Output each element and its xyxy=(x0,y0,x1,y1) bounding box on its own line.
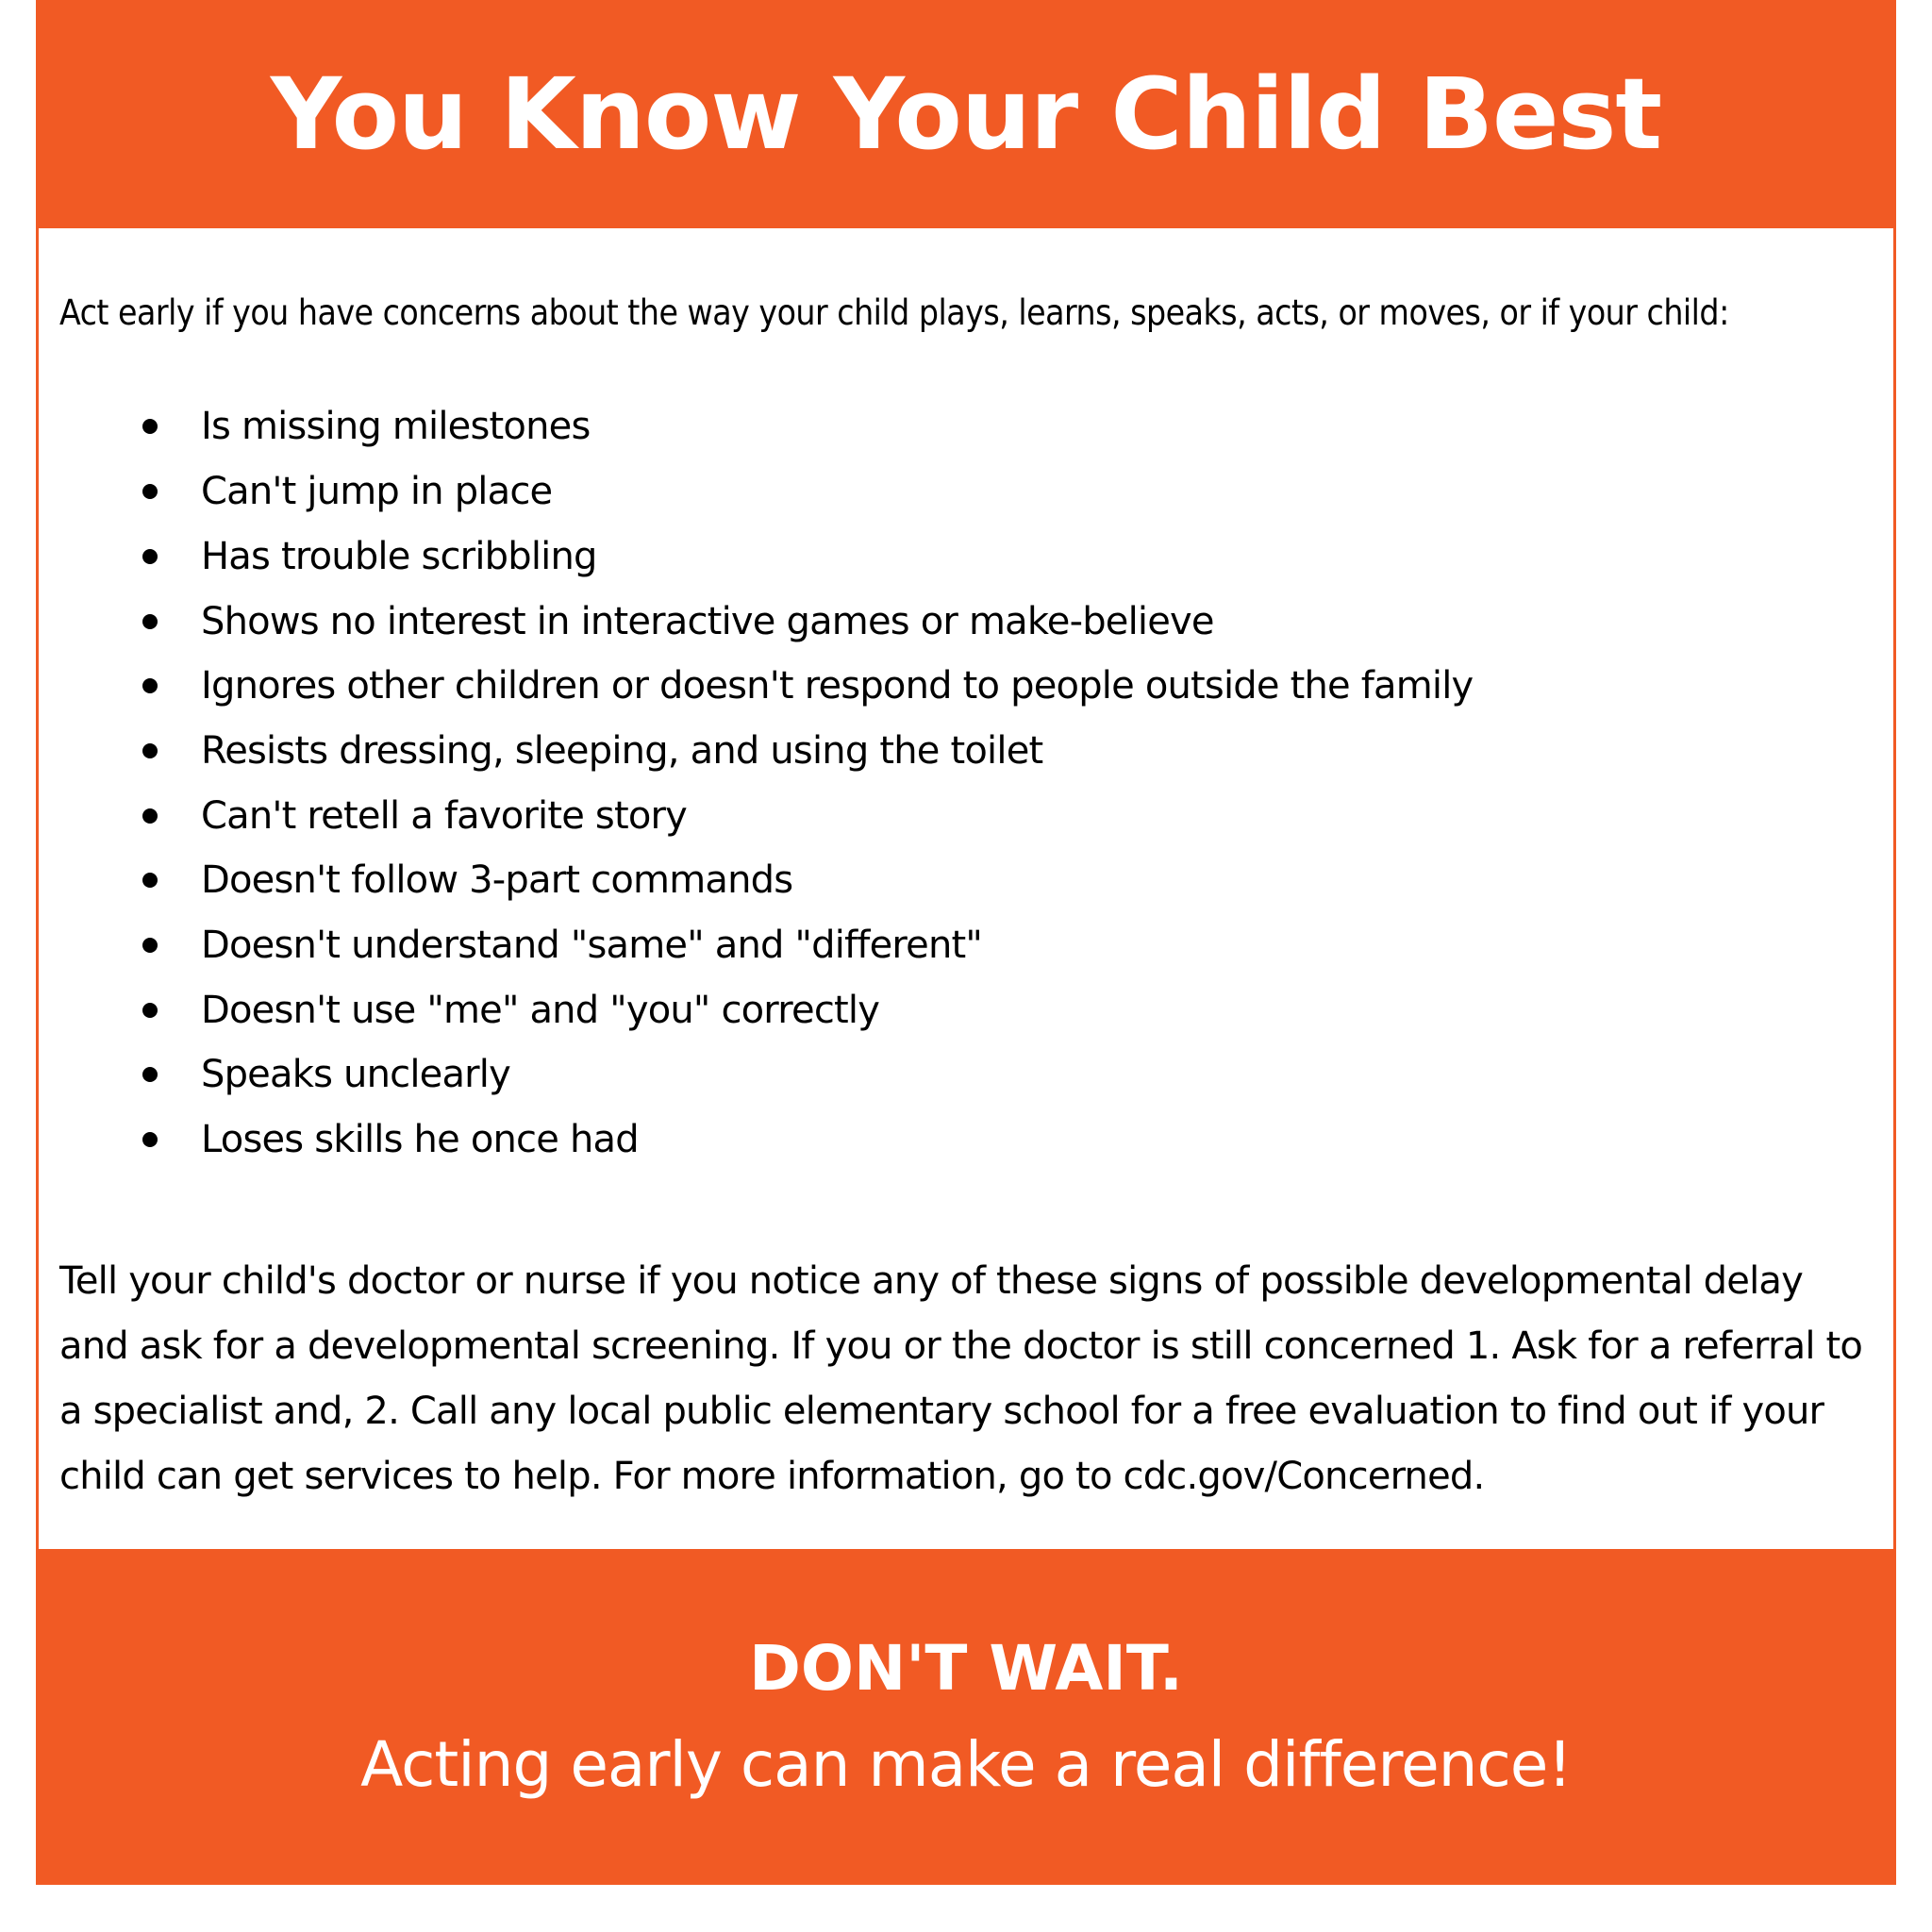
page-title: You Know Your Child Best xyxy=(270,57,1662,172)
list-item: Shows no interest in interactive games o… xyxy=(59,589,1873,654)
list-item: Can't retell a favorite story xyxy=(59,783,1873,848)
header-banner: You Know Your Child Best xyxy=(36,0,1896,228)
sign-text: Doesn't follow 3-part commands xyxy=(201,858,793,903)
bullet-icon xyxy=(142,1067,158,1083)
outro-text: Tell your child's doctor or nurse if you… xyxy=(59,1259,1863,1499)
list-item: Has trouble scribbling xyxy=(59,524,1873,589)
sign-text: Has trouble scribbling xyxy=(201,534,597,578)
flyer-card: You Know Your Child Best Act early if yo… xyxy=(36,0,1896,1885)
bullet-icon xyxy=(142,548,158,564)
list-item: Doesn't use "me" and "you" correctly xyxy=(59,977,1873,1042)
list-item: Doesn't follow 3-part commands xyxy=(59,848,1873,913)
list-item: Is missing milestones xyxy=(59,394,1873,459)
bullet-icon xyxy=(142,937,158,953)
sign-text: Can't jump in place xyxy=(201,470,553,514)
list-item: Speaks unclearly xyxy=(59,1042,1873,1108)
sign-text: Loses skills he once had xyxy=(201,1118,640,1161)
bullet-icon xyxy=(142,678,158,694)
sign-text: Speaks unclearly xyxy=(201,1053,511,1097)
sign-text: Shows no interest in interactive games o… xyxy=(201,599,1215,643)
sign-text: Doesn't understand "same" and "different… xyxy=(201,923,983,967)
list-item: Loses skills he once had xyxy=(59,1108,1873,1173)
list-item: Can't jump in place xyxy=(59,459,1873,525)
sign-text: Ignores other children or doesn't respon… xyxy=(201,664,1474,708)
sign-text: Can't retell a favorite story xyxy=(201,793,688,838)
footer-banner: DON'T WAIT. Acting early can make a real… xyxy=(36,1549,1896,1885)
bullet-icon xyxy=(142,742,158,758)
list-item: Ignores other children or doesn't respon… xyxy=(59,654,1873,719)
bullet-icon xyxy=(142,873,158,889)
bullet-icon xyxy=(142,808,158,824)
bullet-icon xyxy=(142,613,158,629)
list-item: Doesn't understand "same" and "different… xyxy=(59,913,1873,978)
bullet-icon xyxy=(142,1002,158,1018)
bullet-icon xyxy=(142,1132,158,1147)
sign-text: Resists dressing, sleeping, and using th… xyxy=(201,728,1043,773)
bullet-icon xyxy=(142,484,158,500)
sign-text: Doesn't use "me" and "you" correctly xyxy=(201,988,880,1032)
list-item: Resists dressing, sleeping, and using th… xyxy=(59,719,1873,784)
footer-headline: DON'T WAIT. xyxy=(749,1632,1183,1705)
sign-text: Is missing milestones xyxy=(201,405,591,449)
signs-list: Is missing milestones Can't jump in plac… xyxy=(59,394,1873,1172)
intro-text: Act early if you have concerns about the… xyxy=(59,292,1729,333)
bullet-icon xyxy=(142,419,158,435)
footer-tagline: Acting early can make a real difference! xyxy=(360,1728,1573,1801)
content-panel: Act early if you have concerns about the… xyxy=(39,228,1893,1549)
